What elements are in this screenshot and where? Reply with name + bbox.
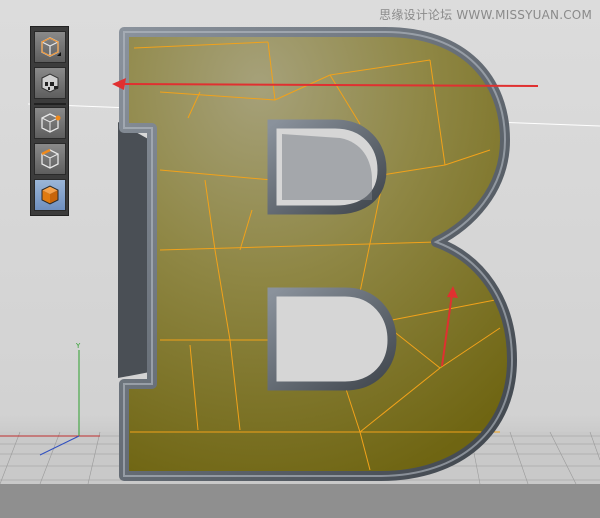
lower-hole-outline — [267, 287, 397, 391]
polygons-mode-icon — [41, 185, 59, 205]
object-mode-icon — [41, 37, 61, 57]
texture-mode-icon — [41, 73, 59, 93]
svg-text:Y: Y — [75, 342, 81, 350]
mode-toolbar — [30, 26, 69, 216]
polygons-mode-button[interactable] — [34, 179, 66, 211]
viewport-canvas[interactable]: Y — [0, 0, 600, 518]
edges-mode-button[interactable] — [34, 143, 66, 175]
3d-viewport[interactable]: Y 思缘设计论坛 WWW.MISSYUAN.COM — [0, 0, 600, 518]
object-mode-button[interactable] — [34, 31, 66, 63]
viewport-bottom-bar — [0, 484, 600, 518]
watermark-text: 思缘设计论坛 WWW.MISSYUAN.COM — [379, 8, 592, 22]
points-mode-icon — [41, 113, 61, 133]
points-mode-button[interactable] — [34, 107, 66, 139]
edges-mode-icon — [41, 148, 59, 169]
extrusion-side — [118, 122, 150, 378]
texture-mode-button[interactable] — [34, 67, 66, 99]
